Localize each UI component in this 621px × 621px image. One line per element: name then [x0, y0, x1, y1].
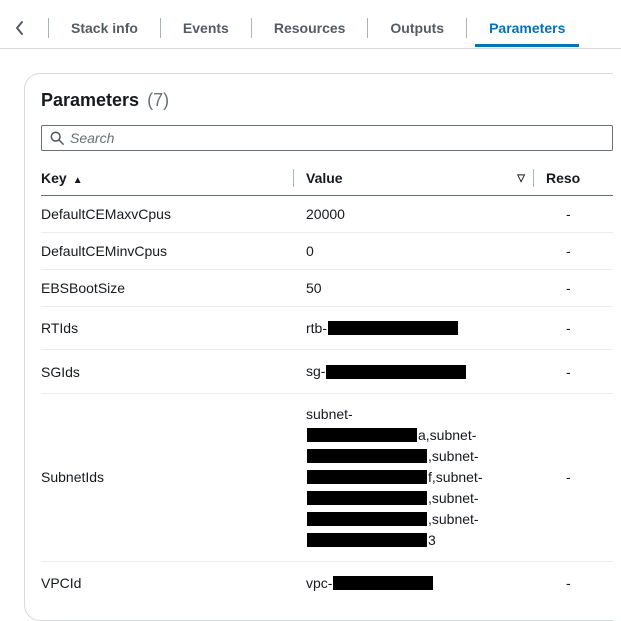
redacted-value: [307, 512, 427, 526]
cell-key: VPCId: [41, 561, 306, 604]
cell-resolved: -: [546, 270, 613, 307]
column-header-resolved[interactable]: Reso: [546, 161, 613, 196]
column-header-key[interactable]: Key▲: [41, 161, 306, 196]
column-resize-handle[interactable]: [533, 169, 534, 187]
panel-header: Parameters (7): [41, 90, 613, 111]
redacted-value: [333, 576, 433, 590]
cell-key: DefaultCEMinvCpus: [41, 233, 306, 270]
search-input[interactable]: [70, 130, 604, 146]
cell-resolved: -: [546, 393, 613, 561]
cell-value: rtb-: [306, 307, 546, 350]
redacted-value: [328, 321, 458, 335]
cell-key: RTIds: [41, 307, 306, 350]
table-row: RTIdsrtb--: [41, 307, 613, 350]
chevron-left-icon: [15, 20, 25, 36]
redacted-value: [307, 470, 427, 484]
parameters-panel: Parameters (7) Key▲ Value ▽: [24, 73, 613, 621]
cell-value: 0: [306, 233, 546, 270]
cell-value: 20000: [306, 196, 546, 233]
cell-resolved: -: [546, 196, 613, 233]
cell-resolved: -: [546, 307, 613, 350]
redacted-value: [307, 449, 427, 463]
table-row: SGIdssg--: [41, 350, 613, 393]
tab-separator: [160, 18, 161, 38]
tabs-back-button[interactable]: [0, 8, 40, 48]
tab-outputs[interactable]: Outputs: [376, 10, 458, 46]
redacted-value: [307, 491, 427, 505]
tab-events[interactable]: Events: [169, 10, 243, 46]
table-row: SubnetIdssubnet-a,subnet-,subnet-f,subne…: [41, 393, 613, 561]
table-row: DefaultCEMinvCpus0-: [41, 233, 613, 270]
cell-key: SGIds: [41, 350, 306, 393]
table-row: EBSBootSize50-: [41, 270, 613, 307]
redacted-value: [307, 428, 417, 442]
panel-count: (7): [147, 90, 169, 111]
tab-stack-info[interactable]: Stack info: [57, 10, 152, 46]
cell-value: subnet-a,subnet-,subnet-f,subnet-,subnet…: [306, 393, 546, 561]
sort-desc-icon: ▽: [517, 173, 525, 184]
tab-separator: [251, 18, 252, 38]
tab-parameters[interactable]: Parameters: [475, 10, 579, 46]
table-row: DefaultCEMaxvCpus20000-: [41, 196, 613, 233]
tab-resources[interactable]: Resources: [260, 10, 360, 46]
tab-separator: [367, 18, 368, 38]
cell-key: SubnetIds: [41, 393, 306, 561]
search-icon: [50, 131, 64, 145]
sort-asc-icon: ▲: [73, 175, 83, 186]
cell-key: EBSBootSize: [41, 270, 306, 307]
cell-key: DefaultCEMaxvCpus: [41, 196, 306, 233]
panel-title: Parameters: [41, 90, 139, 111]
column-header-value[interactable]: Value ▽: [306, 161, 546, 196]
cell-resolved: -: [546, 561, 613, 604]
redacted-value: [326, 365, 466, 379]
table-row: VPCIdvpc--: [41, 561, 613, 604]
cell-resolved: -: [546, 350, 613, 393]
redacted-value: [307, 533, 427, 547]
cell-value: 50: [306, 270, 546, 307]
tab-separator: [466, 18, 467, 38]
tab-separator: [48, 18, 49, 38]
cell-value: sg-: [306, 350, 546, 393]
search-box[interactable]: [41, 125, 613, 151]
parameters-table: Key▲ Value ▽ Reso DefaultCEMaxvCpus: [41, 161, 613, 604]
cell-resolved: -: [546, 233, 613, 270]
cell-value: vpc-: [306, 561, 546, 604]
column-resize-handle[interactable]: [293, 169, 294, 187]
tabs-bar: Stack info Events Resources Outputs Para…: [0, 0, 621, 49]
